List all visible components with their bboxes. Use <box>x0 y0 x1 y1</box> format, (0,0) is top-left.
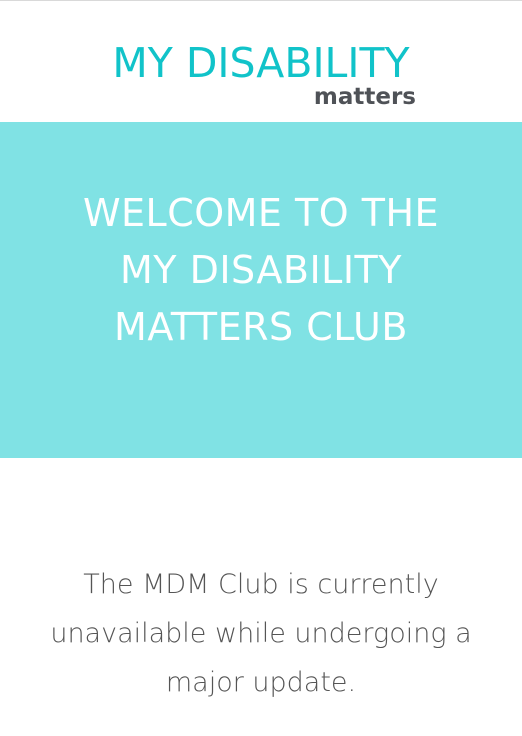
unavailable-notice: The MDM Club is currently unavailable whi… <box>25 560 497 707</box>
notice-line-2: unavailable while undergoing a <box>50 618 472 649</box>
notice-line-1: The MDM Club is currently <box>83 569 439 600</box>
site-header: MY DISABILITY matters <box>0 1 522 122</box>
main-content: The MDM Club is currently unavailable whi… <box>0 458 522 736</box>
site-logo[interactable]: MY DISABILITY matters <box>0 1 522 122</box>
logo-text-main: MY DISABILITY <box>112 39 410 87</box>
hero-title-line-3: MATTERS CLUB <box>114 305 408 349</box>
hero-title-line-2: MY DISABILITY <box>120 248 402 292</box>
notice-line-3: major update. <box>165 667 357 698</box>
hero-title: WELCOME TO THE MY DISABILITY MATTERS CLUB <box>20 185 502 356</box>
hero-banner: WELCOME TO THE MY DISABILITY MATTERS CLUB <box>0 122 522 458</box>
logo-text-sub: matters <box>313 84 416 110</box>
hero-title-line-1: WELCOME TO THE <box>82 191 440 235</box>
